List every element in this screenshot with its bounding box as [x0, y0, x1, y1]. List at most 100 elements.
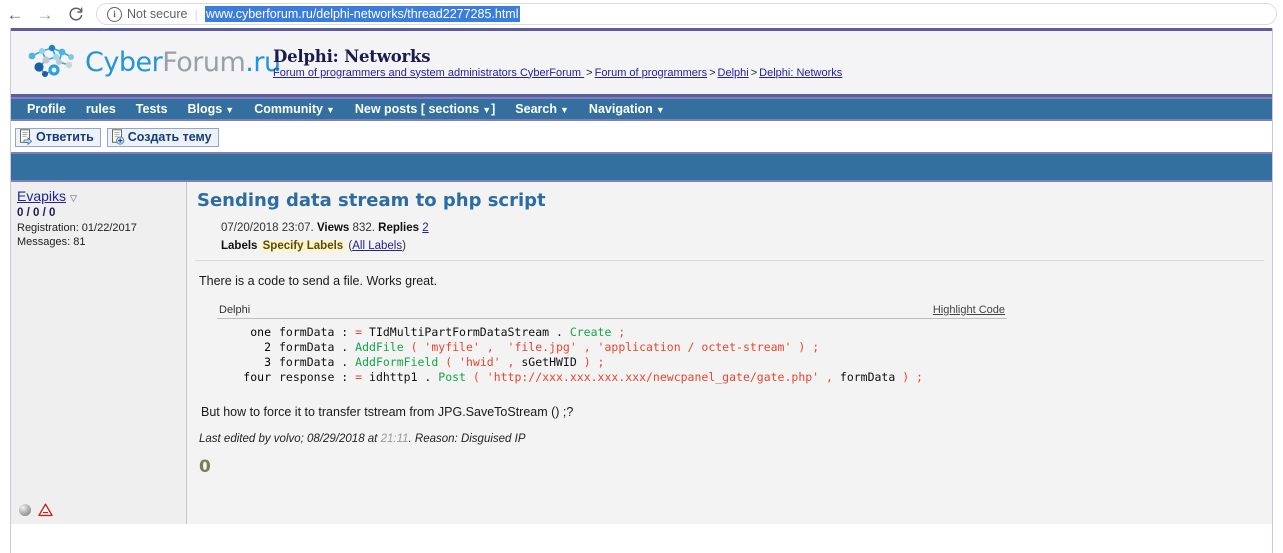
post-rating: 0	[199, 457, 211, 478]
nav-label-blogs: Blogs	[187, 102, 223, 116]
address-bar[interactable]: i Not secure | www.cyberforum.ru/delphi-…	[96, 3, 1277, 25]
forward-icon[interactable]: →	[30, 1, 60, 27]
code-block-header: Delphi Highlight Code	[217, 304, 1007, 319]
specify-labels-button[interactable]: Specify Labels	[260, 239, 346, 252]
code-token: 'hwid'	[459, 354, 501, 369]
nav-label-tests: Tests	[135, 102, 168, 116]
breadcrumb-sep-1: >	[709, 66, 716, 79]
breadcrumb-sep-2: >	[750, 66, 758, 79]
code-token: ) ;	[576, 354, 605, 369]
new-topic-button-label: Создать тему	[127, 130, 212, 144]
breadcrumb: Forum of programmers and system administ…	[273, 67, 842, 79]
replies-count-link[interactable]: 2	[422, 222, 428, 234]
code-token: (	[403, 339, 425, 354]
new-topic-button[interactable]: Создать тему	[106, 127, 219, 147]
site-header: CyberForum.ru Delphi: Networks Forum of …	[11, 28, 1272, 97]
chevron-down-icon: ▼	[655, 105, 665, 115]
post-question-text: But how to force it to transfer tstream …	[201, 405, 574, 420]
security-label: Not secure	[127, 7, 188, 21]
code-token: TIdMultiPartFormDataStream .	[362, 324, 570, 339]
thread-actions-toolbar: Ответить Создать тему	[11, 121, 1272, 150]
code-content[interactable]: one formData : = TIdMultiPartFormDataStre…	[217, 319, 1007, 386]
warning-triangle-icon[interactable]	[38, 503, 53, 517]
main-navigation: Profile rules Tests Blogs ▼ Community ▼ Ne…	[11, 97, 1272, 121]
offline-sphere-icon	[19, 504, 31, 516]
nav-label-profile: Profile	[27, 102, 66, 116]
nav-label-new-posts: New posts [ sections	[354, 102, 480, 116]
breadcrumb-item-3[interactable]: Delphi: Networks	[759, 67, 842, 79]
all-labels-link[interactable]: All Labels	[352, 240, 402, 252]
post-container: Evapiks ▽ 0 / 0 / 0 Registration: 01/22/2…	[11, 182, 1272, 524]
code-token: ,	[479, 339, 508, 354]
code-token: 'myfile'	[424, 339, 480, 354]
code-token: formData :	[279, 324, 356, 339]
nav-item-navigation[interactable]: Navigation ▼	[589, 102, 665, 116]
code-token: ;	[611, 324, 626, 339]
reload-icon[interactable]	[60, 1, 92, 27]
nav-item-tests[interactable]: Tests	[136, 102, 168, 116]
nav-item-community[interactable]: Community ▼	[254, 102, 335, 116]
code-line: one formData : = TIdMultiPartFormDataStre…	[217, 325, 1007, 340]
author-stats: 0 / 0 / 0 Registration: 01/22/2017 Messa…	[11, 204, 186, 249]
nav-label-rules: rules	[85, 102, 116, 116]
chevron-down-icon: ▼	[325, 105, 335, 115]
last-edited-note: Last edited by volvo; 08/29/2018 at 21:1…	[187, 419, 1272, 445]
author-status-row	[11, 503, 186, 524]
code-line-number: 2	[264, 339, 271, 354]
page-add-icon	[111, 129, 124, 145]
all-labels-paren-close: )	[402, 239, 406, 252]
author-name-link[interactable]: Evapiks	[17, 188, 66, 204]
code-token: formData	[839, 370, 896, 385]
nav-label-navigation: Navigation	[588, 102, 653, 116]
reply-button[interactable]: Ответить	[15, 127, 101, 147]
code-token: ,	[576, 339, 598, 354]
labels-label: Labels	[221, 239, 258, 252]
post-meta-line2: Labels Specify Labels (All Labels)	[221, 238, 1272, 256]
nav-item-new-posts[interactable]: New posts [ sections ▼]	[355, 102, 495, 116]
forum-container: CyberForum.ru Delphi: Networks Forum of …	[10, 28, 1273, 553]
code-token: idhttp1 .	[362, 370, 439, 385]
chevron-down-icon: ▼	[560, 105, 569, 115]
code-token: (	[465, 370, 487, 385]
code-token: Post	[438, 370, 466, 385]
breadcrumb-item-1[interactable]: Forum of programmers	[595, 67, 707, 79]
logo-wordmark: CyberForum.ru	[85, 47, 281, 78]
header-titles: Delphi: Networks Forum of programmers an…	[259, 47, 842, 79]
chevron-down-icon[interactable]: ▽	[70, 193, 77, 203]
nav-item-search[interactable]: Search ▼	[515, 102, 569, 116]
code-token: ,	[819, 370, 840, 385]
nav-label-new-posts-suffix: ]	[491, 102, 496, 116]
post-title: Sending data stream to php script	[197, 190, 546, 211]
views-label: Views	[316, 222, 350, 234]
highlight-code-link[interactable]: Highlight Code	[933, 304, 1005, 316]
replies-label: Replies	[378, 222, 420, 234]
site-logo[interactable]: CyberForum.ru	[11, 43, 281, 83]
back-icon[interactable]: ←	[0, 1, 30, 27]
info-circle-icon[interactable]: i	[107, 6, 122, 22]
code-token: Create	[569, 324, 612, 339]
code-token: (	[438, 354, 460, 369]
author-reputation: 0 / 0 / 0	[17, 207, 56, 219]
code-token: ) ;	[895, 370, 923, 385]
reply-button-label: Ответить	[36, 130, 94, 144]
url-text[interactable]: www.cyberforum.ru/delphi-networks/thread…	[204, 6, 520, 22]
code-line-number: four	[243, 370, 271, 385]
breadcrumb-item-0[interactable]: Forum of programmers and system administ…	[273, 67, 584, 79]
code-token: formData .	[279, 354, 356, 369]
code-token: AddFormField	[355, 354, 439, 369]
code-block: Delphi Highlight Code one formData : = TI…	[217, 304, 1007, 386]
page-reply-icon	[20, 129, 33, 145]
code-token: ) ;	[791, 339, 820, 354]
omnibox-divider: |	[194, 6, 198, 22]
network-nodes-icon	[28, 44, 74, 77]
nav-item-rules[interactable]: rules	[86, 102, 116, 116]
nav-label-community: Community	[254, 102, 323, 116]
author-message-count: Messages: 81	[17, 235, 86, 248]
breadcrumb-item-2[interactable]: Delphi	[718, 67, 749, 79]
nav-item-profile[interactable]: Profile	[27, 102, 66, 116]
page-title: Delphi: Networks	[273, 46, 431, 66]
author-registration: Registration: 01/22/2017	[17, 221, 137, 234]
nav-item-blogs[interactable]: Blogs ▼	[188, 102, 235, 116]
breadcrumb-sep-0: >	[586, 66, 593, 79]
code-line: 3 formData . AddFormField ( 'hwid' , sGet…	[217, 355, 1007, 370]
